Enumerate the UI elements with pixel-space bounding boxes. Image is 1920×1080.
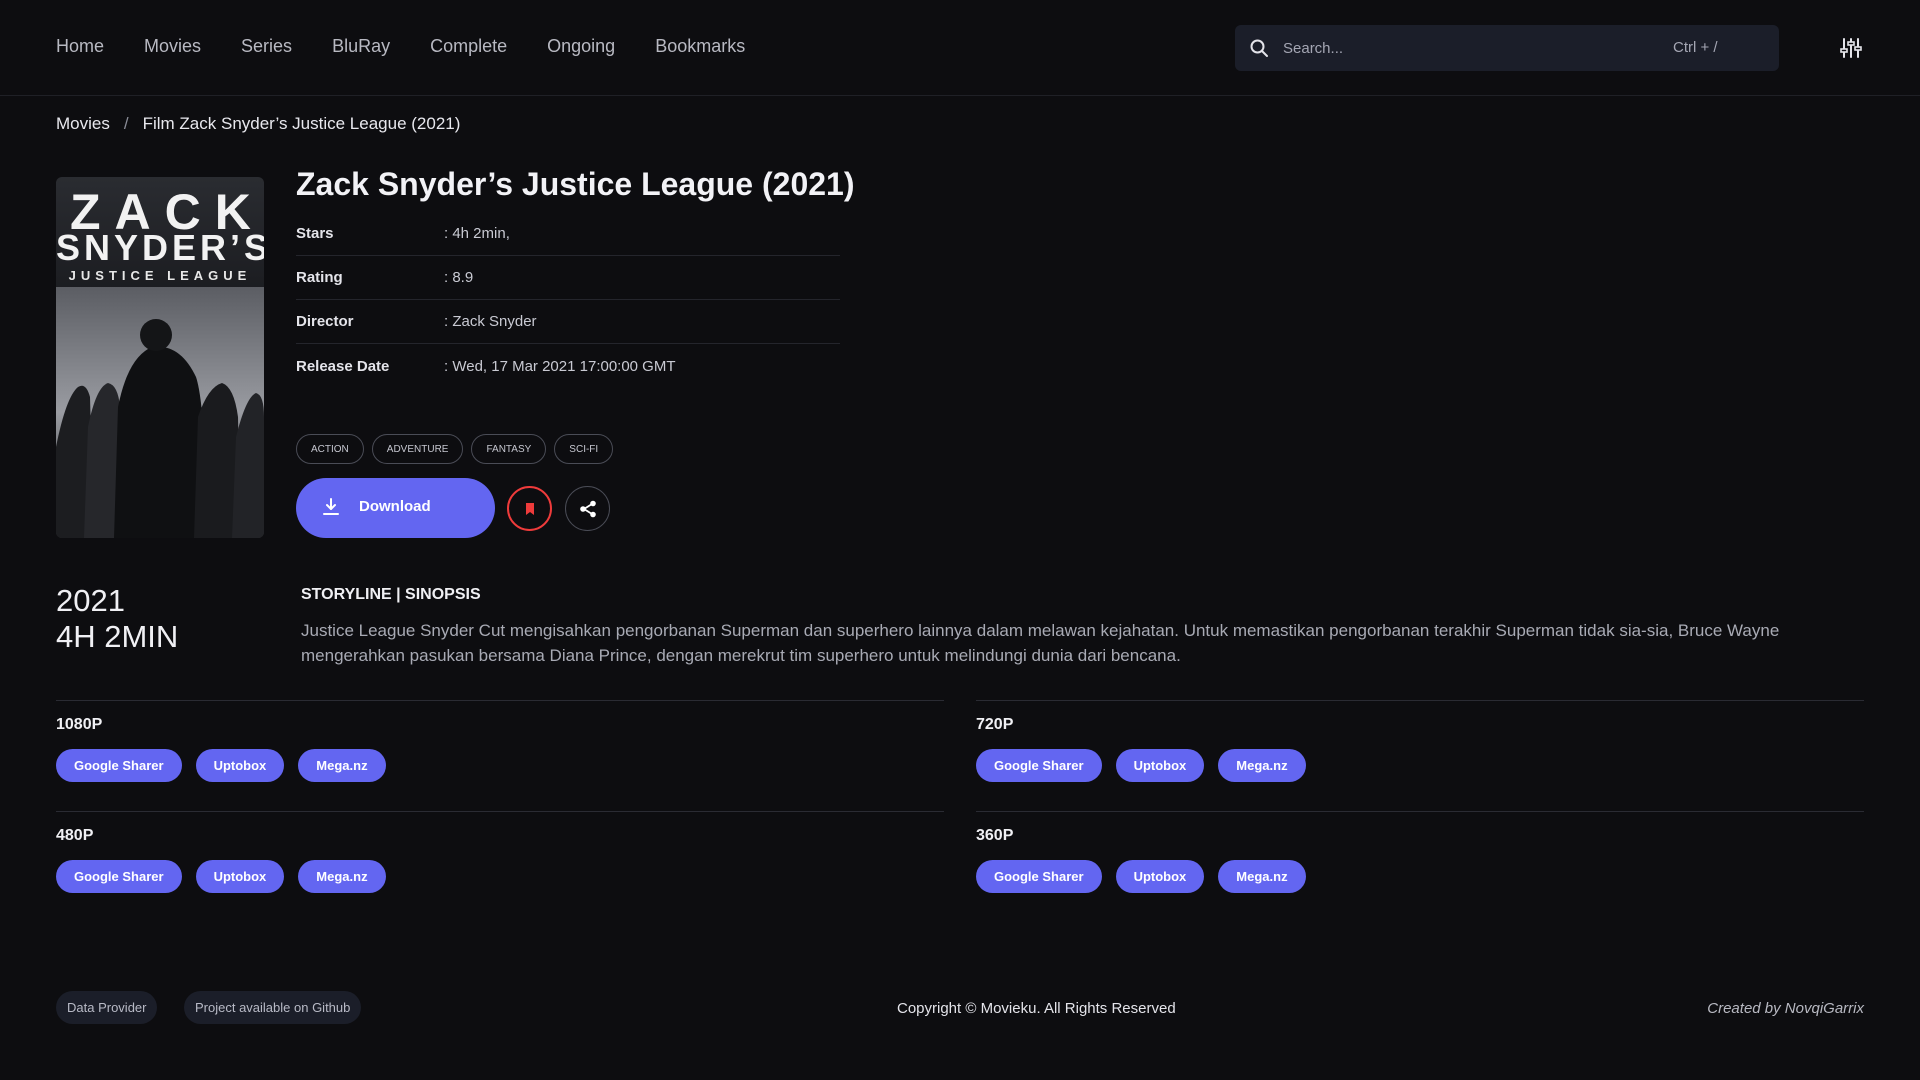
download-button[interactable]: Download: [296, 478, 495, 538]
info-row-director: Director : Zack Snyder: [296, 300, 840, 344]
link-mega[interactable]: Mega.nz: [298, 860, 386, 893]
poster-title-line2: SNYDER’S: [56, 227, 264, 268]
link-uptobox[interactable]: Uptobox: [1115, 749, 1205, 782]
nav-bluray[interactable]: BluRay: [332, 36, 390, 57]
created-by-credit: Created by NovqiGarrix: [1707, 1000, 1864, 1017]
info-label: Release Date: [296, 357, 390, 375]
info-label: Stars: [296, 225, 334, 242]
movie-info-table: Stars : 4h 2min, Rating : 8.9 Director :…: [296, 212, 840, 388]
bookmark-button[interactable]: [507, 486, 552, 531]
genre-tag[interactable]: ADVENTURE: [371, 434, 464, 464]
genre-tag[interactable]: ACTION: [296, 434, 364, 464]
link-google-sharer[interactable]: Google Sharer: [976, 749, 1102, 782]
year-duration: 2021 4H 2MIN: [56, 583, 178, 655]
search-input[interactable]: [1283, 25, 1663, 71]
nav-home[interactable]: Home: [56, 36, 104, 57]
release-year: 2021: [56, 583, 125, 618]
quality-links: Google Sharer Uptobox Mega.nz: [976, 860, 1306, 893]
share-icon: [579, 500, 596, 517]
poster-title-line3: JUSTICE LEAGUE: [68, 268, 252, 283]
runtime: 4H 2MIN: [56, 619, 179, 654]
breadcrumb-current: Film Zack Snyder’s Justice League (2021): [142, 114, 461, 133]
info-label: Director: [296, 313, 354, 330]
quality-group-1080p: 1080P Google Sharer Uptobox Mega.nz: [56, 700, 944, 782]
movie-poster: ZACK SNYDER’S JUSTICE LEAGUE: [56, 177, 264, 538]
storyline-text: Justice League Snyder Cut mengisahkan pe…: [301, 621, 1780, 665]
share-button[interactable]: [565, 486, 610, 531]
info-row-rating: Rating : 8.9: [296, 256, 840, 300]
search-icon: [1250, 39, 1268, 57]
info-value: : Zack Snyder: [444, 313, 537, 330]
sliders-icon[interactable]: [1840, 37, 1862, 59]
link-mega[interactable]: Mega.nz: [1218, 860, 1306, 893]
link-mega[interactable]: Mega.nz: [1218, 749, 1306, 782]
bookmark-icon: [525, 502, 534, 515]
genre-tag[interactable]: SCI-FI: [554, 434, 614, 464]
info-value: : 4h 2min,: [444, 225, 510, 242]
quality-label: 720P: [976, 716, 1014, 733]
nav-series[interactable]: Series: [241, 36, 292, 57]
nav-complete[interactable]: Complete: [430, 36, 507, 57]
movie-title: Zack Snyder’s Justice League (2021): [296, 166, 855, 202]
quality-group-720p: 720P Google Sharer Uptobox Mega.nz: [976, 700, 1864, 782]
info-row-release-date: Release Date : Wed, 17 Mar 2021 17:00:00…: [296, 344, 840, 388]
nav-ongoing[interactable]: Ongoing: [547, 36, 615, 57]
copyright-text: Copyright © Movieku. All Rights Reserved: [897, 1000, 1176, 1017]
quality-links: Google Sharer Uptobox Mega.nz: [56, 749, 386, 782]
quality-links: Google Sharer Uptobox Mega.nz: [56, 860, 386, 893]
genre-tags: ACTION ADVENTURE FANTASY SCI-FI: [296, 434, 614, 464]
breadcrumb-separator: /: [123, 114, 129, 133]
search-bar[interactable]: Ctrl + /: [1235, 25, 1779, 71]
top-header: Home Movies Series BluRay Complete Ongoi…: [0, 0, 1920, 96]
link-google-sharer[interactable]: Google Sharer: [56, 749, 182, 782]
data-provider-link[interactable]: Data Provider: [56, 991, 158, 1024]
quality-group-360p: 360P Google Sharer Uptobox Mega.nz: [976, 811, 1864, 893]
link-uptobox[interactable]: Uptobox: [1115, 860, 1205, 893]
poster-artwork: [56, 287, 264, 538]
info-label: Rating: [296, 269, 343, 286]
genre-tag[interactable]: FANTASY: [471, 434, 547, 464]
storyline-heading: STORYLINE | SINOPSIS: [301, 586, 481, 603]
breadcrumb-movies[interactable]: Movies: [56, 114, 110, 134]
link-google-sharer[interactable]: Google Sharer: [976, 860, 1102, 893]
quality-label: 1080P: [56, 716, 103, 733]
download-icon: [323, 498, 339, 515]
github-link[interactable]: Project available on Github: [184, 991, 362, 1024]
quality-label: 360P: [976, 827, 1014, 844]
link-google-sharer[interactable]: Google Sharer: [56, 860, 182, 893]
quality-links: Google Sharer Uptobox Mega.nz: [976, 749, 1306, 782]
info-row-stars: Stars : 4h 2min,: [296, 212, 840, 256]
link-uptobox[interactable]: Uptobox: [195, 749, 285, 782]
nav-bookmarks[interactable]: Bookmarks: [655, 36, 745, 57]
quality-label: 480P: [56, 827, 94, 844]
quality-group-480p: 480P Google Sharer Uptobox Mega.nz: [56, 811, 944, 893]
breadcrumb: Movies / Film Zack Snyder’s Justice Leag…: [56, 114, 460, 134]
link-uptobox[interactable]: Uptobox: [195, 860, 285, 893]
info-value: : Wed, 17 Mar 2021 17:00:00 GMT: [444, 357, 676, 375]
info-value: : 8.9: [444, 269, 474, 286]
nav-movies[interactable]: Movies: [144, 36, 201, 57]
download-label: Download: [359, 498, 431, 515]
search-shortcut-hint: Ctrl + /: [1673, 39, 1718, 56]
link-mega[interactable]: Mega.nz: [298, 749, 386, 782]
main-nav: Home Movies Series BluRay Complete Ongoi…: [56, 36, 745, 57]
